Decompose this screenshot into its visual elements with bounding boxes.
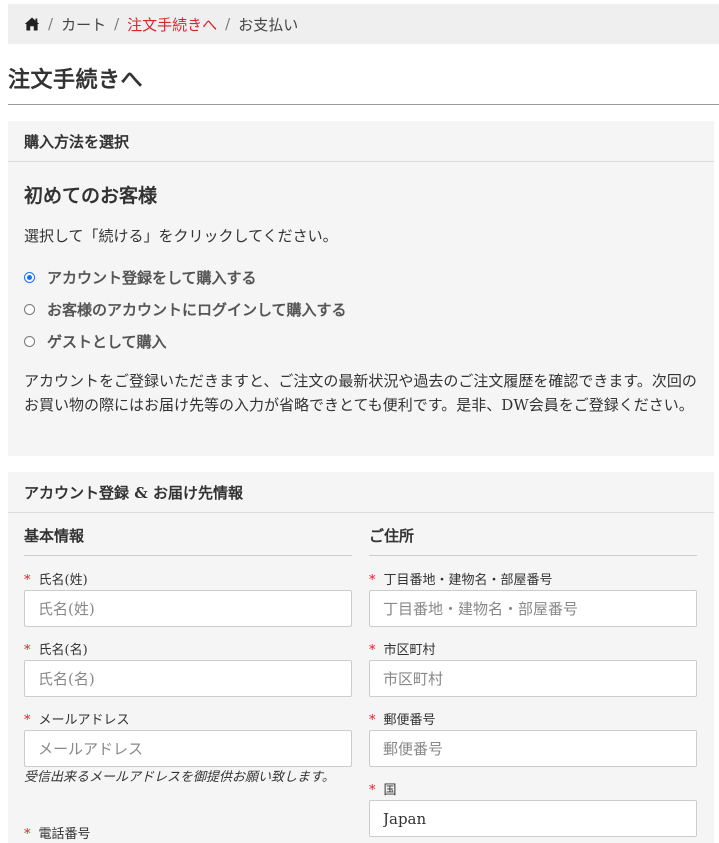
first-time-customer-title: 初めてのお客様: [24, 185, 158, 207]
first-name-label: * 氏名(名): [24, 643, 88, 658]
first-name-input[interactable]: [24, 660, 352, 697]
breadcrumb-separator: /: [225, 15, 231, 33]
required-mark: *: [24, 643, 31, 658]
address-column: ご住所 *丁目番地・建物名・部屋番号 *市区町村 *郵便番号 *国: [369, 525, 697, 837]
required-mark: *: [24, 827, 31, 842]
street-label: * 丁目番地・建物名・部屋番号: [369, 573, 553, 588]
breadcrumb-checkout[interactable]: 注文手続きへ: [127, 14, 217, 35]
city-label: * 市区町村: [369, 643, 436, 658]
basic-info-column: 基本情報 *氏名(姓) *氏名(名) *メールアドレス 受信出来るメールアドレス…: [24, 525, 352, 842]
radio-register[interactable]: [24, 272, 35, 283]
breadcrumb-cart[interactable]: カート: [61, 14, 106, 35]
required-mark: *: [369, 573, 376, 588]
required-mark: *: [24, 573, 31, 588]
required-mark: *: [24, 713, 31, 728]
city-input[interactable]: [369, 660, 697, 697]
option-label: お客様のアカウントにログインして購入する: [47, 301, 347, 319]
instruction-text: 選択して「続ける」をクリックしてください。: [24, 227, 338, 245]
last-name-label: * 氏名(姓): [24, 573, 88, 588]
email-label: * メールアドレス: [24, 713, 130, 728]
option-register-and-buy[interactable]: アカウント登録をして購入する: [24, 267, 257, 288]
option-guest[interactable]: ゲストとして購入: [24, 331, 167, 352]
purchase-method-heading: 購入方法を選択: [8, 121, 714, 162]
required-mark: *: [369, 783, 376, 798]
registration-heading: アカウント登録 & お届け先情報: [8, 472, 714, 513]
required-mark: *: [369, 643, 376, 658]
required-mark: *: [369, 713, 376, 728]
account-benefits-text: アカウントをご登録いただきますと、ご注文の最新状況や過去のご注文履歴を確認できま…: [24, 372, 697, 414]
page-title: 注文手続きへ: [8, 67, 144, 93]
purchase-method-panel: 購入方法を選択 初めてのお客様 選択して「続ける」をクリックしてください。 アカ…: [8, 121, 714, 456]
country-label: * 国: [369, 783, 397, 798]
email-help-text: 受信出来るメールアドレスを御提供お願い致します。: [24, 770, 335, 785]
last-name-input[interactable]: [24, 590, 352, 627]
breadcrumb-separator: /: [48, 15, 54, 33]
option-label: アカウント登録をして購入する: [47, 269, 257, 287]
home-icon[interactable]: [24, 16, 40, 32]
title-divider: [8, 104, 719, 105]
email-input[interactable]: [24, 730, 352, 767]
breadcrumb-payment: お支払い: [238, 15, 299, 34]
address-title: ご住所: [369, 525, 697, 556]
radio-login[interactable]: [24, 304, 35, 315]
registration-panel: アカウント登録 & お届け先情報 基本情報 *氏名(姓) *氏名(名) *メール…: [8, 472, 714, 843]
breadcrumb-separator: /: [114, 15, 120, 33]
street-input[interactable]: [369, 590, 697, 627]
postal-code-input[interactable]: [369, 730, 697, 767]
breadcrumb: / カート / 注文手続きへ / お支払い: [8, 4, 719, 44]
radio-guest[interactable]: [24, 336, 35, 347]
option-label: ゲストとして購入: [47, 333, 167, 351]
basic-info-title: 基本情報: [24, 525, 352, 556]
phone-label: * 電話番号: [24, 827, 91, 842]
option-login-and-buy[interactable]: お客様のアカウントにログインして購入する: [24, 299, 347, 320]
postal-code-label: * 郵便番号: [369, 713, 436, 728]
country-input[interactable]: [369, 800, 697, 837]
